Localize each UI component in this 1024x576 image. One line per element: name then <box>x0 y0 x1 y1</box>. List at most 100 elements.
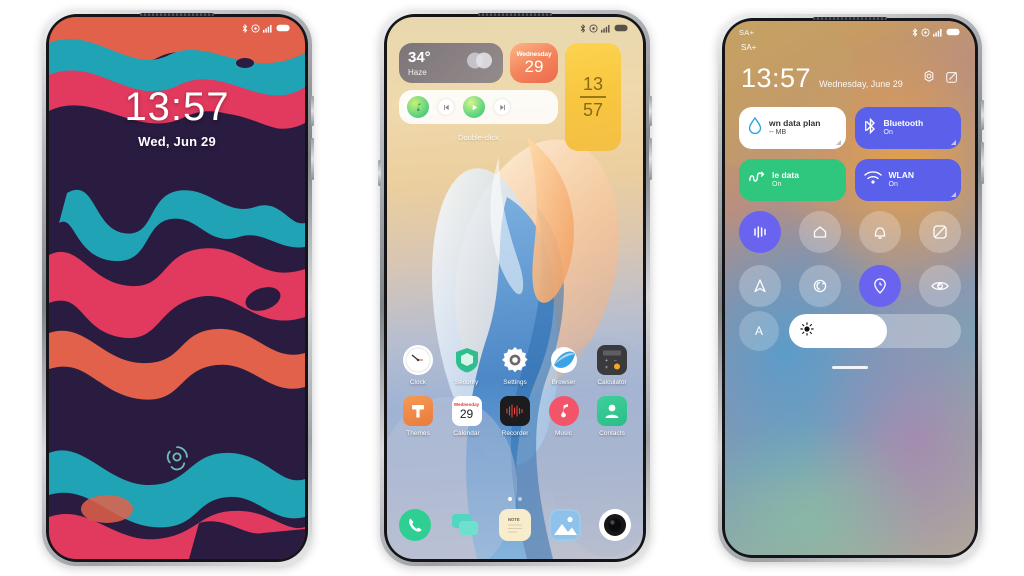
phone3-statusbar: SA+ <box>725 21 975 43</box>
toggle-navigation[interactable] <box>739 265 781 307</box>
weather-widget[interactable]: 34° Haze <box>399 43 503 83</box>
tile-subtitle: -- MB <box>769 128 787 136</box>
header-actions <box>922 70 959 92</box>
toggle-sound[interactable] <box>739 211 781 253</box>
clock-widget[interactable]: 13 57 <box>565 43 621 151</box>
assistant-button[interactable] <box>378 160 381 186</box>
phone-homescreen: 34° Haze Wednesday 29 Double-click 13 57… <box>378 10 652 566</box>
tile-data-plan[interactable]: wn data plan -- MB <box>739 107 846 149</box>
app-clock[interactable]: Clock <box>397 345 439 386</box>
app-themes[interactable]: Themes <box>397 396 439 437</box>
tile-wlan[interactable]: WLAN On <box>854 159 961 201</box>
app-contacts[interactable]: Contacts <box>591 396 633 437</box>
phone1-screen: 13:57 Wed, Jun 29 <box>49 17 305 559</box>
power-button[interactable] <box>311 138 314 180</box>
toggle-eye-care[interactable] <box>919 265 961 307</box>
music-note-icon <box>548 396 579 426</box>
volume-button[interactable] <box>981 100 984 130</box>
brightness-slider[interactable] <box>789 314 961 348</box>
tile-subtitle: On <box>888 180 898 188</box>
next-track-button[interactable] <box>494 99 510 115</box>
big-tiles-row-1: wn data plan -- MB Bluetooth On <box>739 107 961 149</box>
toggle-row-1 <box>739 211 961 253</box>
double-click-hint: Double-click <box>458 133 499 142</box>
app-security[interactable]: Security <box>446 345 488 386</box>
tile-expand-corner[interactable] <box>835 140 841 145</box>
control-center-time: 13:57 <box>741 63 812 93</box>
earpiece-speaker <box>478 13 552 16</box>
volume-button[interactable] <box>649 96 652 126</box>
tile-expand-corner[interactable] <box>951 192 956 197</box>
statusbar-icons <box>242 23 291 33</box>
tile-bluetooth[interactable]: Bluetooth On <box>854 107 961 149</box>
app-row-2: Themes Wednesday 29 Calendar Recorder Mu… <box>397 396 633 437</box>
clock-widget-divider <box>580 96 606 98</box>
page-dot[interactable] <box>518 497 522 501</box>
control-center-header: 13:57 Wednesday, June 29 <box>741 65 959 92</box>
calculator-icon: + − × <box>597 345 627 375</box>
note-icon[interactable]: NOTE <box>499 509 531 541</box>
play-button[interactable] <box>463 96 485 118</box>
app-browser[interactable]: Browser <box>543 345 585 386</box>
toggle-location[interactable] <box>859 265 901 307</box>
calendar-widget[interactable]: Wednesday 29 <box>510 43 558 83</box>
mobile-data-icon <box>748 169 765 191</box>
calendar-icon-day: 29 <box>459 407 474 421</box>
phone-icon[interactable] <box>399 509 431 541</box>
lockscreen-clock-block: 13:57 Wed, Jun 29 <box>49 87 305 149</box>
message-icon[interactable] <box>449 509 481 541</box>
phone2-statusbar <box>387 17 643 39</box>
bluetooth-icon <box>242 23 248 33</box>
app-calendar[interactable]: Wednesday 29 Calendar <box>446 396 488 437</box>
album-art-icon <box>407 96 429 118</box>
toggle-sync[interactable] <box>799 265 841 307</box>
tile-subtitle: On <box>883 128 893 136</box>
signal-icon <box>601 24 610 33</box>
power-button[interactable] <box>981 142 984 184</box>
volume-button[interactable] <box>311 96 314 126</box>
brightness-control: A <box>739 311 961 351</box>
clock-icon <box>403 345 433 375</box>
lockscreen-date: Wed, Jun 29 <box>138 134 216 149</box>
tile-title: le data <box>772 170 799 181</box>
alarm-icon <box>921 27 930 37</box>
camera-icon[interactable] <box>599 509 631 541</box>
brush-icon <box>403 396 433 426</box>
bluetooth-icon <box>864 117 877 140</box>
app-recorder[interactable]: Recorder <box>494 396 536 437</box>
app-label: Contacts <box>599 430 625 437</box>
shield-icon <box>452 345 482 375</box>
app-label: Browser <box>551 379 576 386</box>
previous-track-button[interactable] <box>438 99 454 115</box>
tile-mobile-data[interactable]: le data On <box>739 159 846 201</box>
toggle-ring[interactable] <box>859 211 901 253</box>
brightness-slider-fill <box>789 314 888 348</box>
toggle-dnd[interactable] <box>919 211 961 253</box>
phone2-screen: 34° Haze Wednesday 29 Double-click 13 57… <box>387 17 643 559</box>
earpiece-speaker <box>813 17 887 20</box>
toggle-grid <box>739 211 961 319</box>
app-grid: Clock Security Settings Browser + − × Ca… <box>397 345 633 447</box>
note-icon-label: NOTE <box>508 517 520 522</box>
brightness-icon <box>800 321 814 341</box>
widget-row: 34° Haze Wednesday 29 Double-click 13 57 <box>399 43 631 151</box>
edit-icon[interactable] <box>945 70 959 89</box>
auto-brightness-button[interactable]: A <box>739 311 779 351</box>
tile-expand-corner[interactable] <box>951 140 956 145</box>
fingerprint-icon[interactable] <box>159 439 195 475</box>
phone-lockscreen: 13:57 Wed, Jun 29 <box>42 10 314 566</box>
gear-icon[interactable] <box>922 70 936 89</box>
app-music[interactable]: Music <box>543 396 585 437</box>
image-icon[interactable] <box>549 509 581 541</box>
gear-icon <box>500 345 530 375</box>
app-settings[interactable]: Settings <box>494 345 536 386</box>
toggle-home[interactable] <box>799 211 841 253</box>
compass-icon <box>549 345 579 375</box>
drag-handle[interactable] <box>832 366 868 369</box>
power-button[interactable] <box>649 138 652 180</box>
app-row-1: Clock Security Settings Browser + − × Ca… <box>397 345 633 386</box>
app-calculator[interactable]: + − × Calculator <box>591 345 633 386</box>
music-widget[interactable] <box>399 90 558 124</box>
page-dot-active[interactable] <box>508 497 512 501</box>
clock-widget-minutes: 57 <box>582 99 604 120</box>
